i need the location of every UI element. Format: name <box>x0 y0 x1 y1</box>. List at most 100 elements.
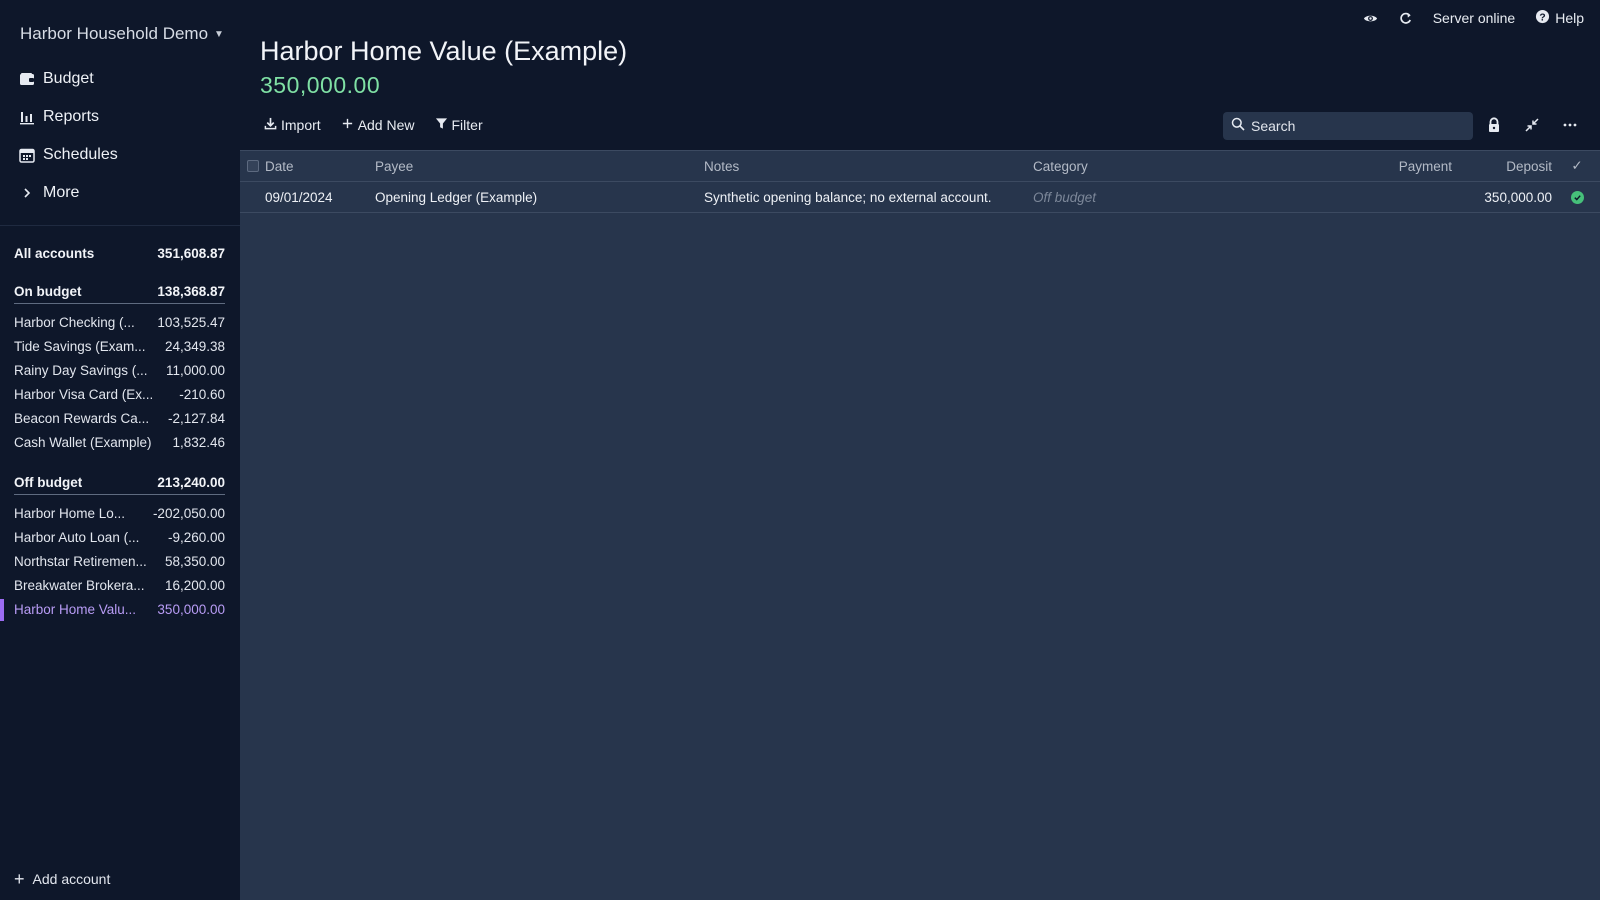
cell-date[interactable]: 09/01/2024 <box>265 190 333 205</box>
account-row[interactable]: Harbor Visa Card (Ex... -210.60 <box>14 382 225 406</box>
selected-account-indicator <box>0 599 4 621</box>
help-label: Help <box>1555 10 1584 26</box>
table-header: Date Payee Notes Category Payment Deposi… <box>240 150 1600 182</box>
transactions-table: Date Payee Notes Category Payment Deposi… <box>240 150 1600 213</box>
account-name: Harbor Auto Loan (... <box>14 529 140 545</box>
add-new-label: Add New <box>357 117 415 133</box>
on-budget-header[interactable]: On budget 138,368.87 <box>14 280 225 304</box>
all-accounts-row[interactable]: All accounts 351,608.87 <box>14 241 225 265</box>
sidebar-item-label: Budget <box>43 70 94 87</box>
table-row[interactable]: 09/01/2024 Opening Ledger (Example) Synt… <box>240 182 1600 213</box>
account-name: Harbor Checking (... <box>14 314 135 330</box>
column-category[interactable]: Category <box>1033 159 1088 174</box>
sidebar-item-schedules[interactable]: Schedules <box>0 136 240 174</box>
help-button[interactable]: ? Help <box>1535 9 1584 27</box>
column-date[interactable]: Date <box>265 159 294 174</box>
filter-button[interactable]: Filter <box>435 117 483 133</box>
cell-category[interactable]: Off budget <box>1033 190 1096 205</box>
eye-icon[interactable] <box>1363 11 1378 26</box>
add-account-label: Add account <box>32 871 111 887</box>
cleared-check-icon <box>1570 190 1584 204</box>
cell-deposit[interactable]: 350,000.00 <box>1484 190 1552 205</box>
import-button[interactable]: Import <box>264 117 321 133</box>
account-row[interactable]: Harbor Checking (... 103,525.47 <box>14 310 225 334</box>
account-name: Harbor Home Lo... <box>14 505 126 521</box>
column-cleared[interactable]: ✓ <box>1570 158 1584 174</box>
account-balance: 351,608.87 <box>157 245 225 261</box>
sidebar-item-reports[interactable]: Reports <box>0 98 240 136</box>
search-box[interactable] <box>1223 112 1473 140</box>
sidebar-item-budget[interactable]: Budget <box>0 60 240 98</box>
filter-label: Filter <box>451 117 483 133</box>
more-options-icon[interactable] <box>1562 117 1578 133</box>
account-header: Server online ? Help Harbor Home Value (… <box>240 0 1600 150</box>
column-deposit[interactable]: Deposit <box>1506 159 1552 174</box>
wallet-icon <box>18 70 36 88</box>
account-row[interactable]: Northstar Retiremen... 58,350.00 <box>14 549 225 573</box>
plus-icon: + <box>14 869 25 889</box>
account-name: All accounts <box>14 245 95 261</box>
sidebar: Harbor Household Demo ▼ Budget Reports S… <box>0 0 240 900</box>
import-label: Import <box>281 117 321 133</box>
account-balance: 16,200.00 <box>164 577 225 593</box>
account-balance: 1,832.46 <box>172 434 225 450</box>
sidebar-item-more[interactable]: More <box>0 174 240 212</box>
select-all-cell <box>240 160 265 172</box>
top-right-controls: Server online ? Help <box>1363 9 1584 27</box>
plus-icon <box>341 117 354 133</box>
bar-chart-icon <box>18 108 36 126</box>
budget-name-dropdown[interactable]: Harbor Household Demo ▼ <box>20 24 224 44</box>
server-status[interactable]: Server online <box>1433 10 1516 26</box>
account-balance: -9,260.00 <box>167 529 225 545</box>
add-new-button[interactable]: Add New <box>341 117 415 133</box>
account-balance: 350,000.00 <box>157 601 225 617</box>
caret-down-icon: ▼ <box>214 28 224 40</box>
search-input[interactable] <box>1251 118 1461 134</box>
sync-icon[interactable] <box>1398 11 1413 26</box>
account-balance: 58,350.00 <box>164 553 225 569</box>
account-name: Northstar Retiremen... <box>14 553 147 569</box>
sidebar-item-label: More <box>43 184 80 201</box>
on-budget-group: On budget 138,368.87 Harbor Checking (..… <box>14 280 225 454</box>
account-name: Beacon Rewards Ca... <box>14 410 150 426</box>
column-payment[interactable]: Payment <box>1399 159 1452 174</box>
account-name: Cash Wallet (Example) <box>14 434 152 450</box>
off-budget-group: Off budget 213,240.00 Harbor Home Lo... … <box>14 471 225 621</box>
account-balance-total[interactable]: 350,000.00 <box>260 72 380 99</box>
sidebar-item-label: Schedules <box>43 146 118 163</box>
account-row[interactable]: Harbor Home Lo... -202,050.00 <box>14 501 225 525</box>
budget-name: Harbor Household Demo <box>20 24 209 43</box>
account-row[interactable]: Cash Wallet (Example) 1,832.46 <box>14 430 225 454</box>
off-budget-header[interactable]: Off budget 213,240.00 <box>14 471 225 495</box>
cell-notes[interactable]: Synthetic opening balance; no external a… <box>704 190 991 205</box>
account-row[interactable]: Harbor Auto Loan (... -9,260.00 <box>14 525 225 549</box>
download-icon <box>264 117 277 133</box>
cell-cleared[interactable] <box>1570 190 1584 204</box>
chevron-right-icon <box>18 184 36 202</box>
account-name: Harbor Home Valu... <box>14 601 137 617</box>
toolbar-icon-group <box>1486 117 1578 133</box>
column-payee[interactable]: Payee <box>375 159 413 174</box>
account-name: Breakwater Brokera... <box>14 577 145 593</box>
account-row-selected[interactable]: Harbor Home Valu... 350,000.00 <box>14 597 225 621</box>
account-balance: 11,000.00 <box>165 362 225 378</box>
cell-payee[interactable]: Opening Ledger (Example) <box>375 190 537 205</box>
account-row[interactable]: Rainy Day Savings (... 11,000.00 <box>14 358 225 382</box>
account-balance: 103,525.47 <box>157 314 225 330</box>
account-balance: -202,050.00 <box>152 505 225 521</box>
group-name: Off budget <box>14 475 83 490</box>
calendar-icon <box>18 146 36 164</box>
all-accounts-group: All accounts 351,608.87 <box>14 241 225 265</box>
lock-icon[interactable] <box>1486 117 1502 133</box>
collapse-icon[interactable] <box>1524 117 1540 133</box>
help-icon: ? <box>1535 9 1550 27</box>
account-row[interactable]: Beacon Rewards Ca... -2,127.84 <box>14 406 225 430</box>
add-account-button[interactable]: + Add account <box>14 869 111 889</box>
account-row[interactable]: Tide Savings (Exam... 24,349.38 <box>14 334 225 358</box>
page-title[interactable]: Harbor Home Value (Example) <box>260 36 627 67</box>
account-name: Harbor Visa Card (Ex... <box>14 386 154 402</box>
account-toolbar: Import Add New Filter <box>264 117 483 133</box>
select-all-checkbox[interactable] <box>246 160 259 172</box>
account-row[interactable]: Breakwater Brokera... 16,200.00 <box>14 573 225 597</box>
column-notes[interactable]: Notes <box>704 159 739 174</box>
